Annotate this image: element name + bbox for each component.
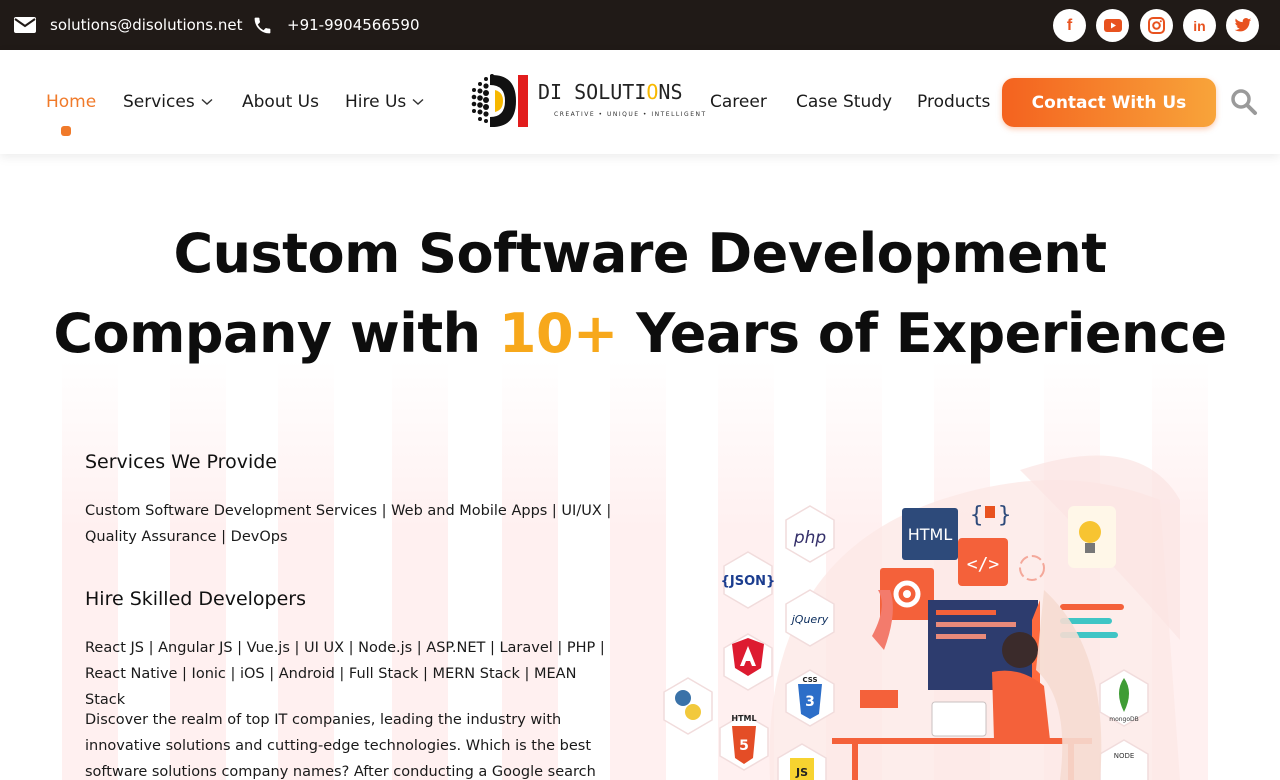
contact-with-us-button[interactable]: Contact With Us — [1002, 78, 1216, 127]
contact-button-label: Contact With Us — [1031, 92, 1187, 113]
hero-title-accent: 10+ — [498, 302, 618, 365]
node-label: NODE — [1114, 752, 1135, 760]
phone-link[interactable]: +91-9904566590 — [252, 0, 420, 50]
instagram-icon — [1148, 17, 1165, 34]
nav-services-label: Services — [123, 92, 195, 112]
logo-word-part: DI SOLUTI — [538, 80, 647, 104]
services-text: Custom Software Development Services | W… — [85, 503, 612, 545]
nav-case-study[interactable]: Case Study — [796, 50, 892, 154]
nav-about-label: About Us — [242, 92, 319, 112]
chevron-down-icon — [201, 98, 213, 105]
brand-logo[interactable]: DI SOLUTIONS CREATIVE • UNIQUE • INTELLI… — [468, 70, 705, 134]
logo-mark-icon — [471, 74, 528, 128]
hire-heading: Hire Skilled Developers — [85, 588, 306, 610]
nav-career-label: Career — [710, 92, 767, 112]
nav-career[interactable]: Career — [710, 50, 767, 154]
youtube-link[interactable] — [1096, 9, 1129, 42]
twitter-link[interactable] — [1226, 9, 1259, 42]
facebook-icon: f — [1066, 16, 1073, 34]
logo-word-part: NS — [658, 80, 683, 104]
twitter-icon — [1234, 18, 1251, 32]
active-indicator — [61, 126, 71, 136]
jquery-label: jQuery — [790, 613, 829, 626]
facebook-link[interactable]: f — [1053, 9, 1086, 42]
json-label: {JSON} — [721, 574, 776, 589]
svg-text:3: 3 — [805, 694, 815, 710]
nav-hire-label: Hire Us — [345, 92, 407, 112]
svg-text:{: { — [970, 503, 983, 528]
nav-case-study-label: Case Study — [796, 92, 893, 112]
css-label: CSS — [802, 676, 817, 684]
email-link[interactable]: solutions@disolutions.net — [14, 0, 243, 50]
nav-home[interactable]: Home — [46, 50, 96, 154]
instagram-link[interactable] — [1140, 9, 1173, 42]
js-label: JS — [795, 766, 808, 779]
envelope-icon — [14, 17, 36, 33]
discover-text: Discover the realm of top IT companies, … — [85, 712, 596, 780]
hero-title-line2b: Years of Experience — [617, 302, 1227, 365]
nav-hire[interactable]: Hire Us — [345, 50, 424, 154]
svg-text:}: } — [998, 503, 1011, 528]
hero-title-line1: Custom Software Development — [173, 222, 1107, 285]
nav-products[interactable]: Products — [917, 50, 990, 154]
hero-title-line2a: Company with — [53, 302, 499, 365]
hero-title: Custom Software Development Company with… — [0, 214, 1280, 374]
logo-word-accent: O — [646, 80, 659, 104]
nav-products-label: Products — [917, 92, 991, 112]
mongo-label: mongoDB — [1109, 716, 1139, 723]
hire-text: React JS | Angular JS | Vue.js | UI UX |… — [85, 640, 605, 708]
linkedin-icon: in — [1193, 17, 1206, 34]
developer-illustration: php {JSON} jQuery CSS 3 HTML 5 JS mongoD… — [663, 455, 1180, 780]
linkedin-link[interactable]: in — [1183, 9, 1216, 42]
phone-icon — [254, 17, 271, 33]
services-heading: Services We Provide — [85, 451, 277, 473]
svg-text:5: 5 — [739, 738, 749, 754]
search-icon[interactable] — [1230, 88, 1258, 116]
nav-services[interactable]: Services — [123, 50, 213, 154]
html5-label: HTML — [731, 714, 756, 723]
logo-tagline: CREATIVE • UNIQUE • INTELLIGENT — [554, 111, 707, 118]
svg-text:</>: </> — [967, 554, 1000, 575]
main-navigation: Home Services About Us Hire Us DI SOLUTI… — [0, 50, 1280, 154]
php-label: php — [793, 528, 827, 548]
html-tile-label: HTML — [908, 525, 953, 544]
nav-home-label: Home — [46, 92, 97, 112]
logo-wordmark: DI SOLUTIONS — [538, 80, 683, 104]
chevron-down-icon — [412, 98, 424, 105]
phone-text: +91-9904566590 — [287, 16, 420, 34]
top-contact-bar: solutions@disolutions.net +91-9904566590… — [0, 0, 1280, 50]
email-text: solutions@disolutions.net — [50, 16, 243, 34]
nav-about[interactable]: About Us — [242, 50, 319, 154]
youtube-icon — [1103, 19, 1122, 32]
